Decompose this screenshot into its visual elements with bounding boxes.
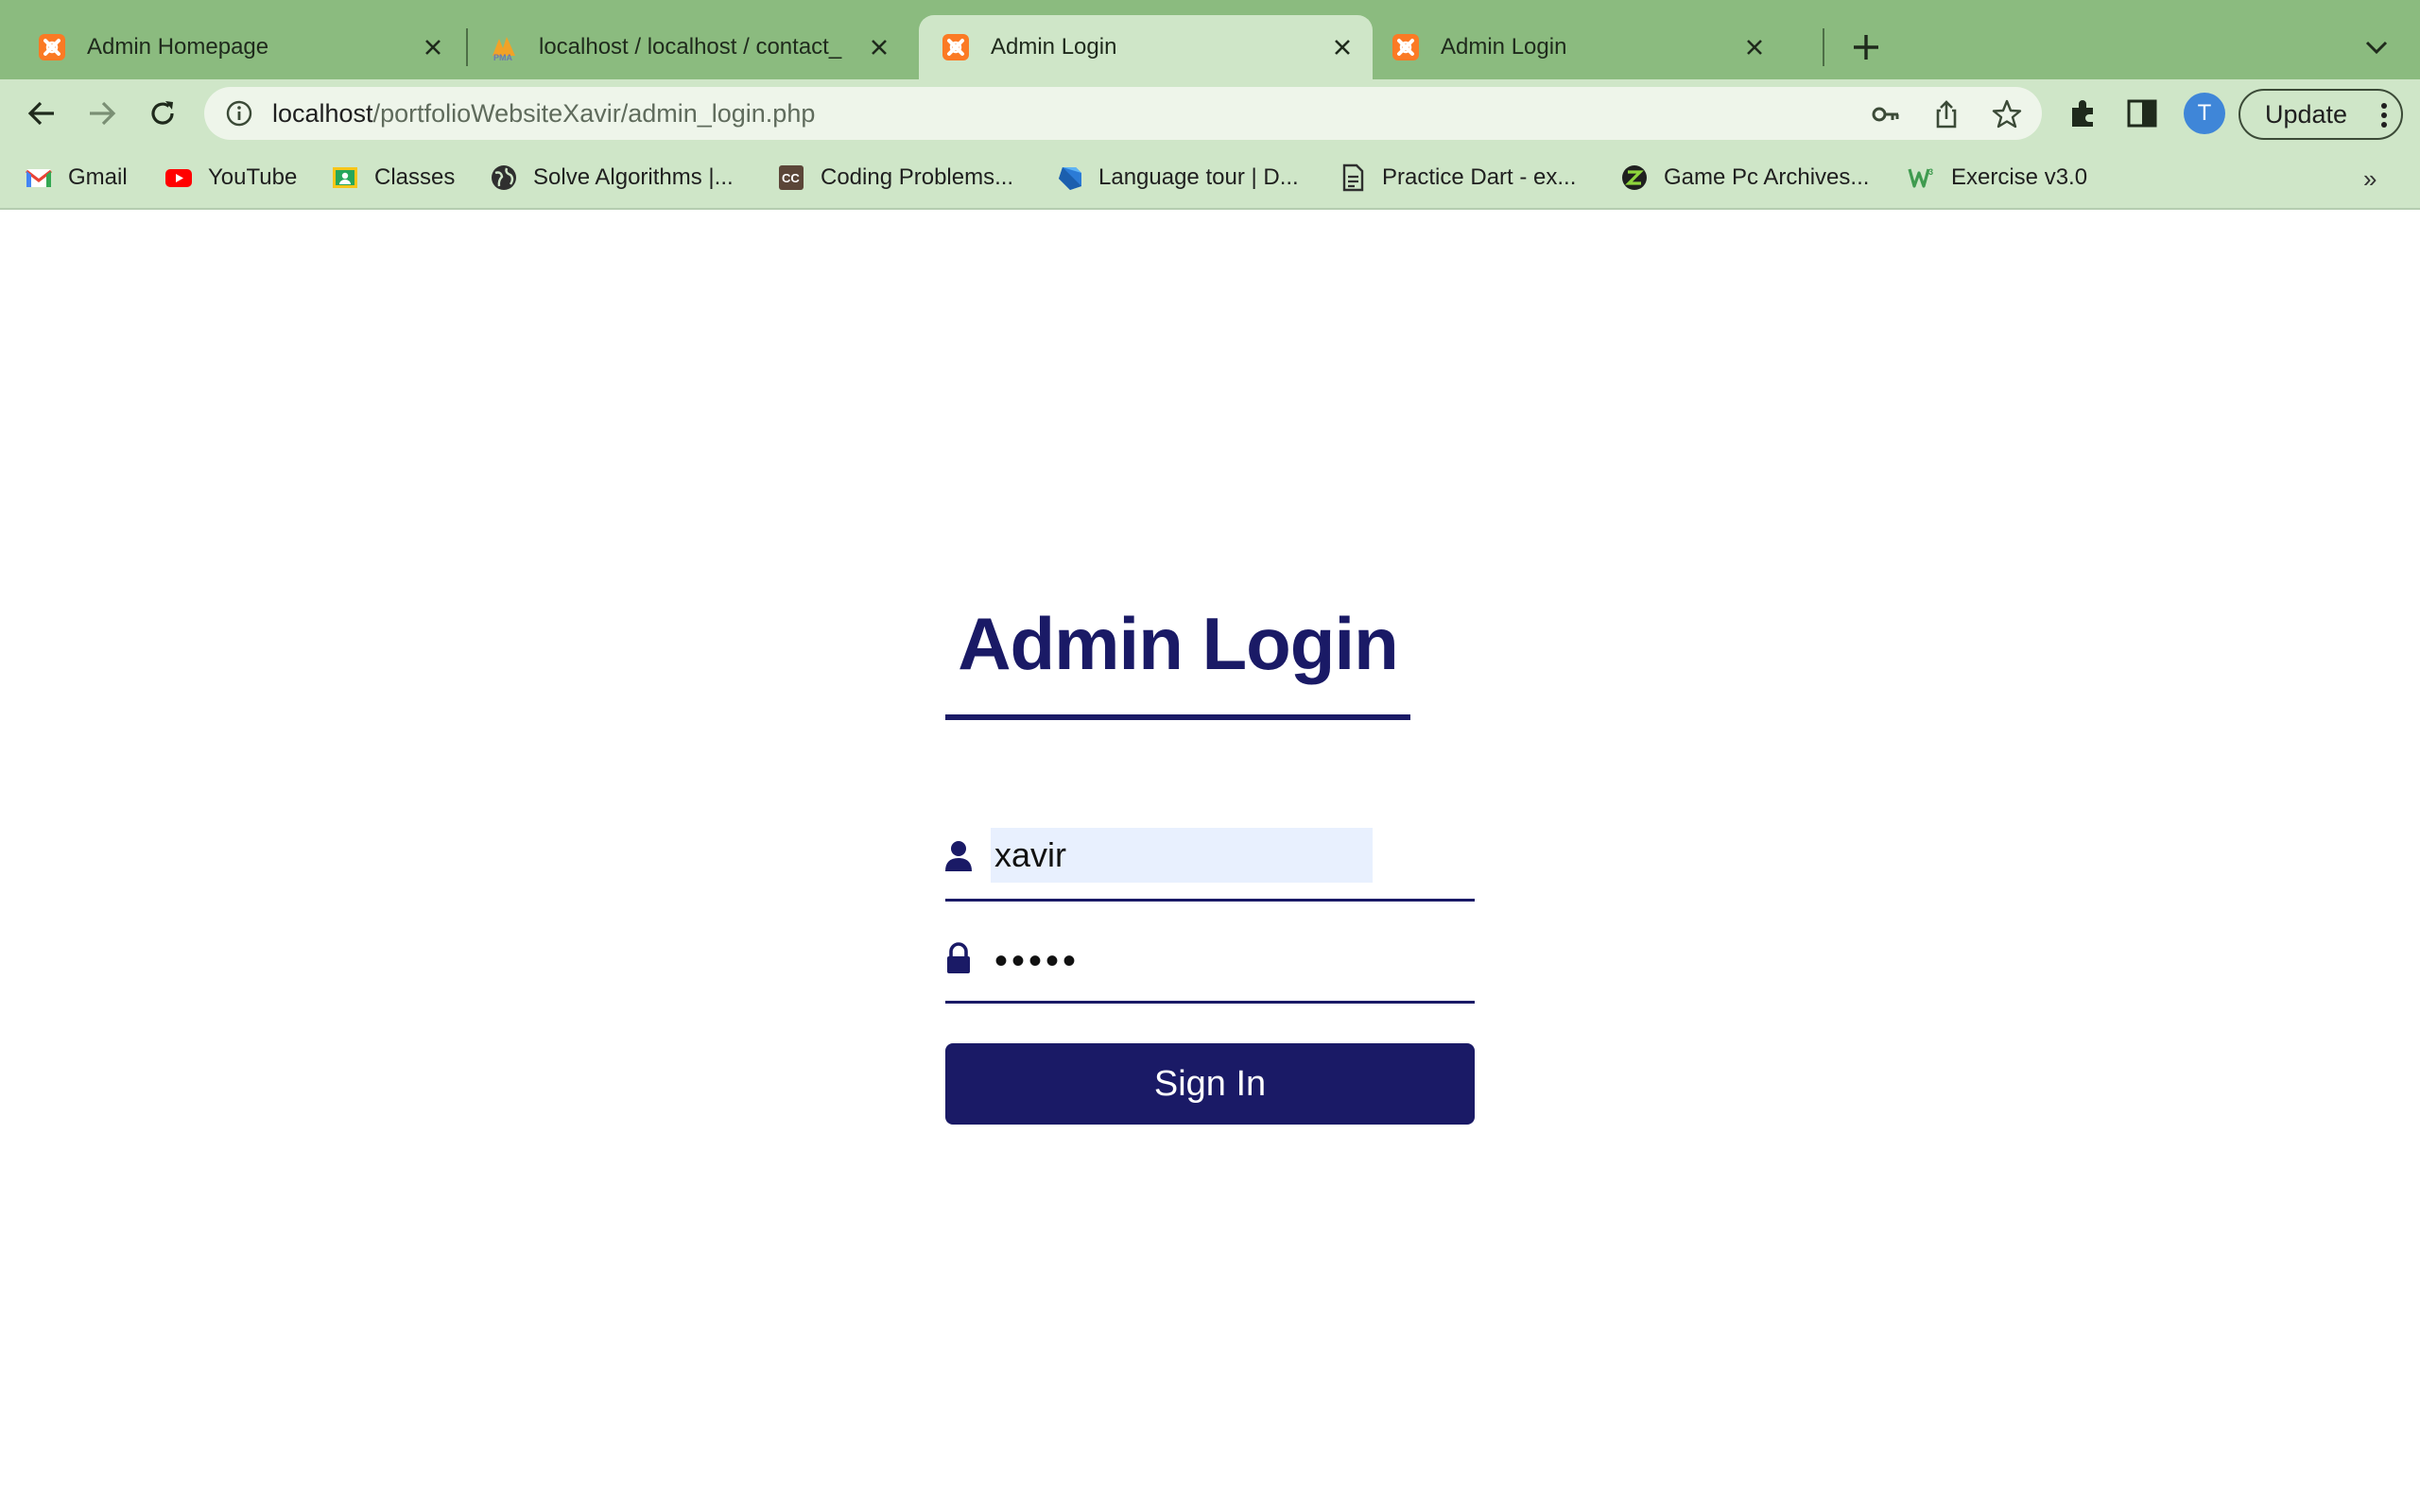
address-bar[interactable]: localhost/portfolioWebsiteXavir/admin_lo… — [204, 87, 2042, 140]
bookmark-label: YouTube — [208, 164, 298, 190]
forward-button[interactable] — [81, 93, 123, 134]
browser-toolbar: localhost/portfolioWebsiteXavir/admin_lo… — [0, 79, 2420, 147]
tab-admin-login-active[interactable]: Admin Login — [919, 15, 1373, 79]
password-input[interactable] — [991, 934, 1463, 988]
page-title: Admin Login — [958, 602, 1399, 685]
profile-avatar[interactable]: T — [2184, 93, 2225, 134]
update-label: Update — [2265, 99, 2348, 129]
close-icon[interactable] — [1737, 30, 1772, 64]
info-icon[interactable] — [225, 99, 253, 128]
tab-strip: Admin Homepage PMA localhost / localhost… — [0, 0, 2420, 79]
bookmark-label: Coding Problems... — [821, 164, 1014, 190]
close-icon[interactable] — [862, 30, 896, 64]
tab-admin-login[interactable]: Admin Login — [1373, 15, 1785, 79]
tab-title: localhost / localhost / contact_ — [539, 34, 842, 60]
youtube-icon — [165, 169, 192, 187]
phpmyadmin-icon: PMA — [493, 37, 515, 61]
chevron-down-icon[interactable] — [2361, 34, 2392, 60]
url-text[interactable]: localhost/portfolioWebsiteXavir/admin_lo… — [272, 99, 815, 129]
title-underline — [945, 714, 1410, 720]
password-field — [945, 930, 1475, 1004]
extensions-puzzle-icon[interactable] — [2066, 96, 2100, 130]
bookmark-label: Solve Algorithms |... — [533, 164, 734, 190]
close-icon[interactable] — [1325, 30, 1359, 64]
bookmark-game-pc-archives[interactable]: Game Pc Archives... — [1620, 161, 1869, 195]
codechef-icon: CC — [779, 165, 804, 190]
sign-in-button[interactable]: Sign In — [945, 1043, 1475, 1125]
globe-icon — [492, 165, 516, 190]
w3schools-icon: 3 — [1908, 167, 1933, 188]
bookmark-gmail[interactable]: Gmail — [25, 161, 128, 195]
user-icon — [945, 841, 972, 871]
tab-title: Admin Login — [991, 34, 1117, 60]
username-input[interactable] — [991, 828, 1373, 883]
arrow-right-icon — [90, 101, 116, 126]
svg-text:3: 3 — [1928, 167, 1933, 177]
tab-separator — [1823, 28, 1824, 66]
bookmark-practice-dart[interactable]: Practice Dart - ex... — [1339, 161, 1576, 195]
bookmarks-overflow-button[interactable]: » — [2363, 164, 2377, 194]
tab-phpmyadmin[interactable]: PMA localhost / localhost / contact_ — [452, 15, 909, 79]
url-path: /portfolioWebsiteXavir/admin_login.php — [372, 98, 816, 128]
tab-title: Admin Homepage — [87, 34, 269, 60]
bookmark-classes[interactable]: Classes — [331, 161, 455, 195]
key-icon[interactable] — [1870, 98, 1902, 130]
close-icon[interactable] — [416, 30, 450, 64]
gmail-icon — [26, 169, 52, 187]
bookmark-label: Practice Dart - ex... — [1382, 164, 1577, 190]
bookmarks-bar: Gmail YouTube Classes Solve Algorithms |… — [0, 147, 2420, 210]
document-icon — [1342, 163, 1364, 192]
svg-text:CC: CC — [782, 171, 800, 185]
bookmark-label: Language tour | D... — [1098, 164, 1299, 190]
tab-title: Admin Login — [1441, 34, 1567, 60]
dart-icon — [1059, 167, 1081, 190]
tab-admin-homepage[interactable]: Admin Homepage — [0, 15, 463, 79]
arrow-left-icon — [27, 101, 54, 126]
username-field — [945, 828, 1475, 902]
xampp-icon — [942, 34, 969, 60]
bookmark-label: Game Pc Archives... — [1664, 164, 1870, 190]
xampp-icon — [39, 34, 65, 60]
update-button[interactable]: Update — [2238, 89, 2403, 140]
reload-icon — [151, 101, 174, 125]
bookmark-label: Classes — [374, 164, 456, 190]
bookmark-label: Exercise v3.0 — [1951, 164, 2088, 190]
share-icon[interactable] — [1930, 98, 1962, 130]
more-vert-icon[interactable] — [2378, 102, 2390, 129]
reload-button[interactable] — [142, 93, 183, 134]
bookmark-youtube[interactable]: YouTube — [164, 161, 297, 195]
bookmark-label: Gmail — [68, 164, 128, 190]
svg-text:PMA: PMA — [493, 53, 513, 61]
side-panel-icon[interactable] — [2125, 96, 2159, 130]
bookmark-language-tour[interactable]: Language tour | D... — [1055, 161, 1299, 195]
bookmark-coding-problems[interactable]: CC Coding Problems... — [777, 161, 1013, 195]
lock-icon — [947, 942, 970, 973]
back-button[interactable] — [21, 93, 62, 134]
star-icon[interactable] — [1991, 98, 2023, 130]
bookmark-solve-algorithms[interactable]: Solve Algorithms |... — [490, 161, 734, 195]
classroom-icon — [333, 167, 357, 188]
url-host: localhost — [272, 98, 373, 128]
xampp-icon — [1392, 34, 1419, 60]
game-site-icon — [1622, 165, 1647, 190]
new-tab-plus-icon[interactable] — [1849, 30, 1883, 64]
bookmark-exercise[interactable]: 3 Exercise v3.0 — [1908, 161, 2087, 195]
